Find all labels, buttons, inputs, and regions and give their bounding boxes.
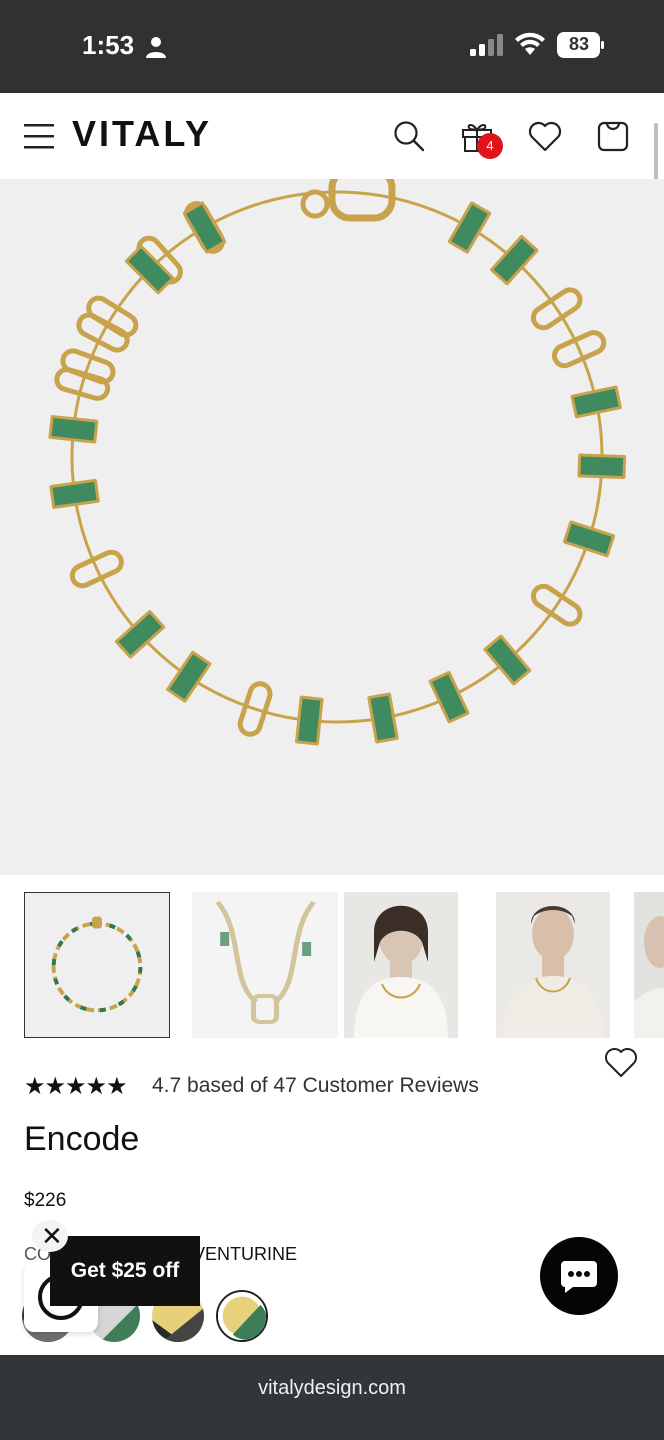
thumbnail-1[interactable] bbox=[24, 892, 170, 1038]
thumbnail-5[interactable] bbox=[634, 892, 664, 1038]
wishlist-heart-icon[interactable] bbox=[604, 1047, 638, 1079]
product-main-image[interactable] bbox=[0, 179, 664, 875]
menu-icon[interactable] bbox=[24, 121, 54, 151]
product-title: Encode bbox=[24, 1120, 140, 1158]
necklace-stone bbox=[570, 385, 622, 419]
heart-icon[interactable] bbox=[528, 121, 562, 153]
promo-banner[interactable]: Get $25 off bbox=[50, 1236, 200, 1306]
swatch-gold-green-aventurine[interactable] bbox=[216, 1290, 268, 1342]
necklace-stone bbox=[483, 634, 532, 686]
bag-icon[interactable] bbox=[596, 119, 630, 153]
status-time: 1:53 bbox=[82, 30, 135, 60]
thumbnail-partial-icon bbox=[634, 892, 664, 1038]
gift-count-badge: 4 bbox=[477, 133, 503, 159]
chat-bubble-icon bbox=[561, 1261, 597, 1293]
chat-button[interactable] bbox=[540, 1237, 618, 1315]
necklace-stone bbox=[563, 520, 616, 558]
star-rating-icon: ★★★★★ bbox=[24, 1073, 128, 1100]
rating-row[interactable]: ★★★★★ 4.7 based of 47 Customer Reviews bbox=[24, 1070, 624, 1102]
site-header: VITALY 4 bbox=[0, 93, 664, 269]
wifi-icon bbox=[515, 32, 545, 55]
necklace-stone bbox=[577, 453, 627, 480]
necklace-stone bbox=[295, 695, 324, 746]
thumbnail-3[interactable] bbox=[344, 892, 458, 1038]
necklace-stone bbox=[447, 201, 492, 254]
necklace-stone bbox=[367, 692, 399, 744]
thumbnail-man-icon bbox=[496, 892, 610, 1038]
signal-icon bbox=[470, 34, 503, 56]
url-text: vitalydesign.com bbox=[258, 1377, 406, 1399]
search-icon[interactable] bbox=[392, 119, 426, 153]
necklace-stone bbox=[166, 650, 212, 703]
promo-close-button[interactable]: ✕ bbox=[32, 1220, 68, 1252]
necklace-stone bbox=[48, 415, 99, 444]
battery-level: 83 bbox=[568, 34, 590, 54]
brand-logo[interactable]: VITALY bbox=[72, 113, 212, 155]
color-value: VENTURINE bbox=[193, 1244, 298, 1264]
close-icon: ✕ bbox=[41, 1221, 63, 1251]
necklace-image bbox=[48, 179, 627, 746]
rating-text[interactable]: 4.7 based of 47 Customer Reviews bbox=[152, 1074, 479, 1098]
person-icon bbox=[146, 37, 166, 58]
status-bar: 1:53 83 bbox=[0, 0, 664, 93]
necklace-stone bbox=[428, 671, 470, 724]
thumbnail-strip bbox=[0, 880, 664, 1042]
thumbnail-clasp-icon bbox=[192, 892, 338, 1038]
thumbnail-4[interactable] bbox=[496, 892, 610, 1038]
thumbnail-woman-icon bbox=[344, 892, 458, 1038]
browser-url-bar[interactable]: vitalydesign.com bbox=[0, 1355, 664, 1440]
necklace-clasp bbox=[300, 179, 396, 222]
swatch-gold-green-icon bbox=[218, 1292, 266, 1340]
thumbnail-necklace-icon bbox=[25, 893, 169, 1037]
product-price: $226 bbox=[24, 1190, 67, 1211]
thumbnail-2[interactable] bbox=[192, 892, 338, 1038]
necklace-stone bbox=[49, 478, 100, 509]
